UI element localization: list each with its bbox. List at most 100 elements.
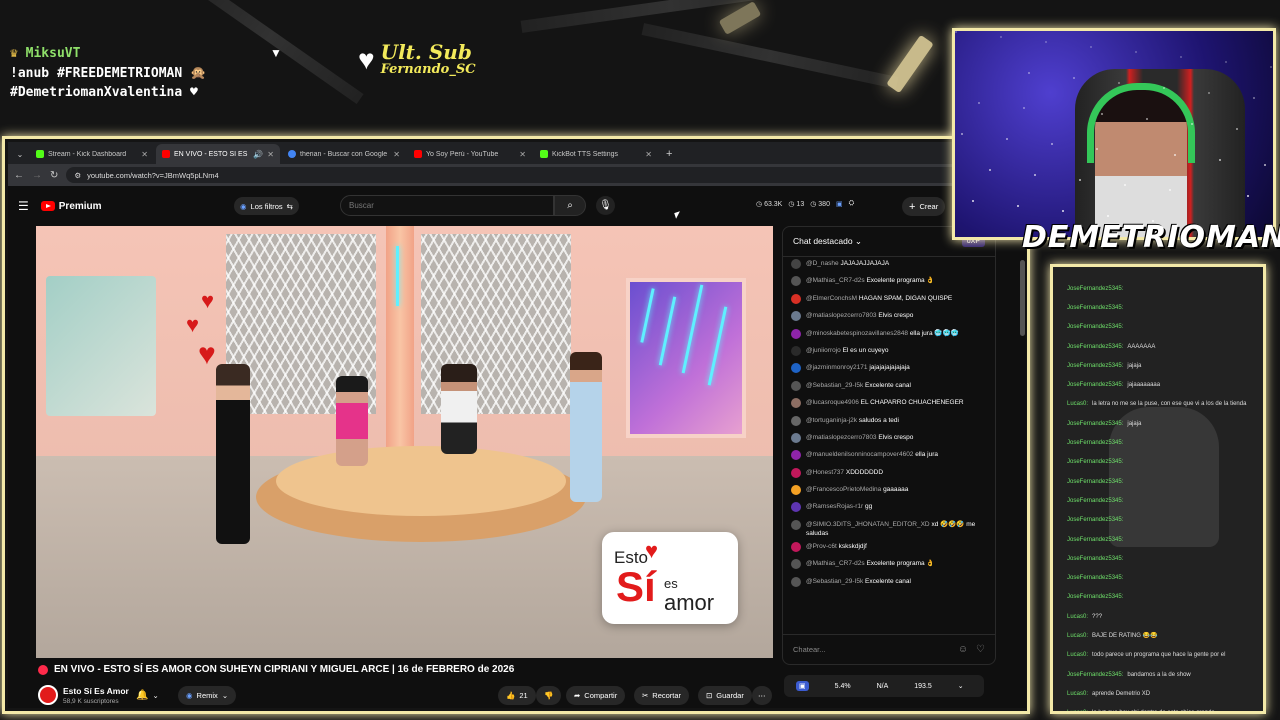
reload-icon[interactable]: ↻ bbox=[50, 170, 58, 181]
message-author[interactable]: @D_nashe bbox=[806, 260, 839, 267]
views-count: 63.3K bbox=[764, 201, 783, 208]
page-scrollbar[interactable] bbox=[1020, 260, 1025, 336]
message-author[interactable]: @FrancescoPrietoMedina bbox=[806, 486, 881, 493]
extension-icon[interactable]: ▣ bbox=[836, 200, 843, 208]
save-button[interactable]: ⊡ Guardar bbox=[698, 686, 752, 705]
forward-icon[interactable]: → bbox=[32, 170, 42, 181]
message-author[interactable]: @juniiorrojo bbox=[806, 347, 841, 354]
share-button[interactable]: ➦ Compartir bbox=[566, 686, 626, 705]
avatar[interactable] bbox=[791, 380, 801, 391]
more-button[interactable]: ⋯ bbox=[752, 686, 772, 705]
close-icon[interactable]: ✕ bbox=[141, 150, 148, 159]
avatar[interactable] bbox=[791, 559, 801, 570]
close-icon[interactable]: ✕ bbox=[645, 150, 652, 159]
chat-message: @Mathias_CR7-d2s Excelente programa 👌 bbox=[783, 557, 995, 574]
overlay-chat-user: Lucas0: bbox=[1067, 632, 1089, 639]
new-tab-button[interactable]: + bbox=[660, 144, 678, 164]
youtube-logo[interactable]: Premium bbox=[40, 201, 102, 212]
avatar[interactable] bbox=[791, 293, 801, 304]
chat-mode-select[interactable]: Chat destacado ⌄ bbox=[793, 236, 862, 247]
message-author[interactable]: @matiaslopezcerro7803 bbox=[806, 312, 877, 319]
avatar[interactable] bbox=[791, 415, 801, 426]
create-button[interactable]: + Crear bbox=[902, 197, 946, 216]
avatar[interactable] bbox=[791, 398, 801, 409]
heart-icon[interactable]: ♡ bbox=[976, 644, 985, 655]
star bbox=[1124, 184, 1126, 186]
like-button[interactable]: 👍 21 bbox=[498, 686, 536, 705]
avatar[interactable] bbox=[791, 311, 801, 322]
dislike-button[interactable]: 👎 bbox=[536, 686, 562, 705]
message-author[interactable]: @jazminmonroy2171 bbox=[806, 364, 868, 371]
back-icon[interactable]: ← bbox=[14, 170, 24, 181]
close-icon[interactable]: ✕ bbox=[519, 150, 526, 159]
message-author[interactable]: @Sebastian_29-I5k bbox=[806, 382, 863, 389]
video-player[interactable]: ♥ ♥ ♥ Esto ♥ Sí es amor bbox=[36, 226, 773, 658]
bell-icon[interactable]: ⛭ bbox=[849, 200, 855, 208]
overlay-chat-line: JoseFernandez5345: bbox=[1053, 433, 1263, 452]
overlay-chat-text: ??? bbox=[1092, 613, 1103, 620]
avatar[interactable] bbox=[791, 450, 801, 461]
message-author[interactable]: @Mathias_CR7-d2s bbox=[806, 560, 865, 567]
guest-man bbox=[441, 364, 477, 454]
audio-icon[interactable]: 🔊 bbox=[253, 150, 263, 159]
avatar[interactable] bbox=[791, 519, 801, 530]
message-author[interactable]: @SIMIO.3DITS_JHONATAN_EDITOR_XD bbox=[806, 521, 930, 528]
message-author[interactable]: @Sebastian_29-I5k bbox=[806, 578, 863, 585]
chat-input-bar: Chatear... ☺ ♡ bbox=[783, 634, 995, 664]
chevron-down-icon[interactable]: ⌄ bbox=[958, 682, 964, 690]
chat-input[interactable]: Chatear... bbox=[793, 645, 950, 654]
menu-icon[interactable]: ☰ bbox=[18, 199, 29, 213]
overlay-chat-text: BAJE DE RATING 😂😂 bbox=[1092, 633, 1158, 640]
avatar[interactable] bbox=[791, 576, 801, 587]
notify-button[interactable]: 🔔 ⌄ bbox=[136, 686, 159, 705]
close-icon[interactable]: ✕ bbox=[267, 150, 274, 159]
extension-icon[interactable]: ▣ bbox=[796, 681, 809, 691]
close-icon[interactable]: ✕ bbox=[393, 150, 400, 159]
avatar[interactable] bbox=[791, 276, 801, 287]
tab-yo-soy-peru[interactable]: Yo Soy Perú - YouTube ✕ bbox=[408, 144, 532, 164]
avatar[interactable] bbox=[791, 485, 801, 496]
site-info-icon[interactable]: ⚙ bbox=[74, 171, 81, 180]
overlay-chat-user: JoseFernandez5345: bbox=[1067, 362, 1124, 369]
mic-button[interactable]: 🎙 bbox=[596, 196, 615, 215]
message-author[interactable]: @Honest737 bbox=[806, 469, 844, 476]
heart-icon: ♥ bbox=[358, 43, 375, 75]
emoji-icon[interactable]: ☺ bbox=[958, 644, 968, 655]
tab-google-search[interactable]: therian - Buscar con Google ✕ bbox=[282, 144, 406, 164]
remix-button[interactable]: ◉ Remix ⌄ bbox=[178, 686, 237, 705]
message-text: jajajajajajajaja bbox=[869, 364, 910, 372]
avatar[interactable] bbox=[791, 259, 801, 269]
clip-button[interactable]: ✂ Recortar bbox=[634, 686, 690, 705]
message-author[interactable]: @manueldenilsonninocampover4602 bbox=[806, 451, 913, 458]
message-author[interactable]: @RamsesRojas-r1r bbox=[806, 503, 863, 510]
anub-line: !anub #FREEDEMETRIOMAN bbox=[10, 65, 183, 81]
message-author[interactable]: @lucasroque4906 bbox=[806, 399, 859, 406]
tab-youtube-live[interactable]: EN VIVO - ESTO SÍ ES A 🔊 ✕ bbox=[156, 144, 280, 164]
message-author[interactable]: @Prov-c6t bbox=[806, 543, 837, 550]
search-input[interactable]: Buscar bbox=[340, 195, 554, 216]
message-body: @RamsesRojas-r1r gg bbox=[806, 502, 872, 511]
message-author[interactable]: @matiaslopezcerro7803 bbox=[806, 434, 877, 441]
avatar[interactable] bbox=[791, 432, 801, 443]
tab-search-icon[interactable]: ⌄ bbox=[12, 144, 28, 164]
avatar[interactable] bbox=[791, 328, 801, 339]
channel-avatar[interactable] bbox=[38, 685, 58, 705]
address-bar[interactable]: ⚙ youtube.com/watch?v=JBmWq5pLNm4 bbox=[66, 167, 974, 183]
thumbs-up-icon: 👍 bbox=[506, 691, 516, 700]
tab-kick-dashboard[interactable]: Stream - Kick Dashboard ✕ bbox=[30, 144, 154, 164]
youtube-header: ☰ Premium ◉ Los filtros ⇆ Buscar ⌕ 🎙 ◷ 63.… bbox=[8, 186, 1026, 226]
channel-name[interactable]: Esto Sí Es Amor bbox=[63, 686, 129, 696]
message-author[interactable]: @ElmerConchsM bbox=[806, 295, 857, 302]
overlay-chat-line: Lucas0: la letra no me se la puse, con es… bbox=[1053, 395, 1263, 414]
avatar[interactable] bbox=[791, 363, 801, 374]
message-author[interactable]: @Mathias_CR7-d2s bbox=[806, 277, 865, 284]
filters-chip[interactable]: ◉ Los filtros ⇆ bbox=[234, 197, 299, 215]
avatar[interactable] bbox=[791, 502, 801, 513]
message-author[interactable]: @minoskabetespinozavillanes2848 bbox=[806, 330, 908, 337]
tab-kickbot[interactable]: KickBot TTS Settings ✕ bbox=[534, 144, 658, 164]
avatar[interactable] bbox=[791, 345, 801, 356]
avatar[interactable] bbox=[791, 467, 801, 478]
avatar[interactable] bbox=[791, 541, 801, 552]
message-author[interactable]: @tortuganinja-j2k bbox=[806, 417, 857, 424]
search-button[interactable]: ⌕ bbox=[554, 195, 586, 216]
